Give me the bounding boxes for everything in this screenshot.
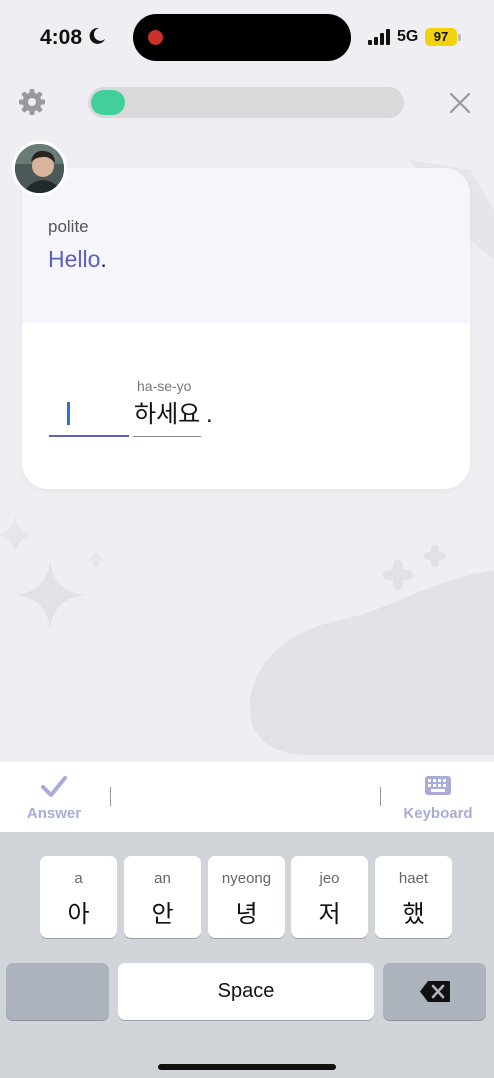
key-hangul: 아 xyxy=(67,901,90,928)
answer-blank-input[interactable] xyxy=(49,398,129,437)
status-bar: 4:08 5G 97 xyxy=(0,0,494,76)
formality-tag: polite xyxy=(48,217,89,236)
answer-button[interactable]: Answer xyxy=(18,772,90,824)
syllable-keyboard: a 아 an 안 nyeong 녕 jeo 저 haet 했 Space xyxy=(0,832,494,1078)
exercise-card: polite Hello. ha-se-yo 하세요 . xyxy=(22,168,470,489)
key-romanization: haet xyxy=(398,870,429,887)
status-time: 4:08 xyxy=(40,26,83,49)
syllable-key[interactable]: an 안 xyxy=(124,856,201,938)
divider xyxy=(110,787,111,806)
korean-word: 하세요 xyxy=(133,398,202,437)
backspace-icon xyxy=(420,981,450,1002)
recording-indicator-icon xyxy=(148,30,163,45)
keyboard-icon xyxy=(425,776,451,795)
key-romanization: jeo xyxy=(319,870,340,887)
prompt-section: polite Hello. xyxy=(22,168,470,323)
english-phrase-punct: . xyxy=(100,246,107,272)
close-icon[interactable] xyxy=(448,91,472,115)
moon-icon xyxy=(89,27,105,44)
avatar xyxy=(12,141,67,196)
key-hangul: 저 xyxy=(318,901,341,928)
battery-nub xyxy=(458,34,461,41)
signal-icon xyxy=(368,29,390,45)
answer-label: Answer xyxy=(26,805,82,822)
key-romanization: an xyxy=(154,870,171,887)
english-phrase-text: Hello xyxy=(48,246,101,272)
answer-toolbar: Answer Keyboard xyxy=(0,762,494,832)
syllable-key[interactable]: jeo 저 xyxy=(291,856,368,938)
dynamic-island xyxy=(133,14,351,61)
blank-key[interactable] xyxy=(6,963,109,1020)
divider xyxy=(380,787,381,806)
delete-key[interactable] xyxy=(383,963,486,1020)
syllable-key[interactable]: a 아 xyxy=(40,856,117,938)
home-indicator xyxy=(158,1064,336,1070)
check-icon xyxy=(41,776,67,797)
key-hangul: 녕 xyxy=(235,901,258,928)
key-hangul: 안 xyxy=(151,901,174,928)
korean-punct: . xyxy=(206,401,213,428)
key-romanization: nyeong xyxy=(221,870,272,887)
lesson-progress-bar xyxy=(88,87,404,118)
progress-fill xyxy=(91,90,125,115)
key-romanization: a xyxy=(74,870,83,887)
key-hangul: 했 xyxy=(402,901,425,928)
keyboard-button[interactable]: Keyboard xyxy=(398,772,478,824)
gear-icon[interactable] xyxy=(19,89,45,115)
text-caret xyxy=(67,402,70,425)
syllable-key[interactable]: haet 했 xyxy=(375,856,452,938)
romanization-hint: ha-se-yo xyxy=(137,378,192,394)
keyboard-label: Keyboard xyxy=(403,805,473,822)
syllable-key[interactable]: nyeong 녕 xyxy=(208,856,285,938)
english-phrase: Hello. xyxy=(48,246,107,273)
battery-level: 97 xyxy=(425,28,457,46)
space-key[interactable]: Space xyxy=(118,963,374,1020)
network-type: 5G xyxy=(397,28,419,45)
